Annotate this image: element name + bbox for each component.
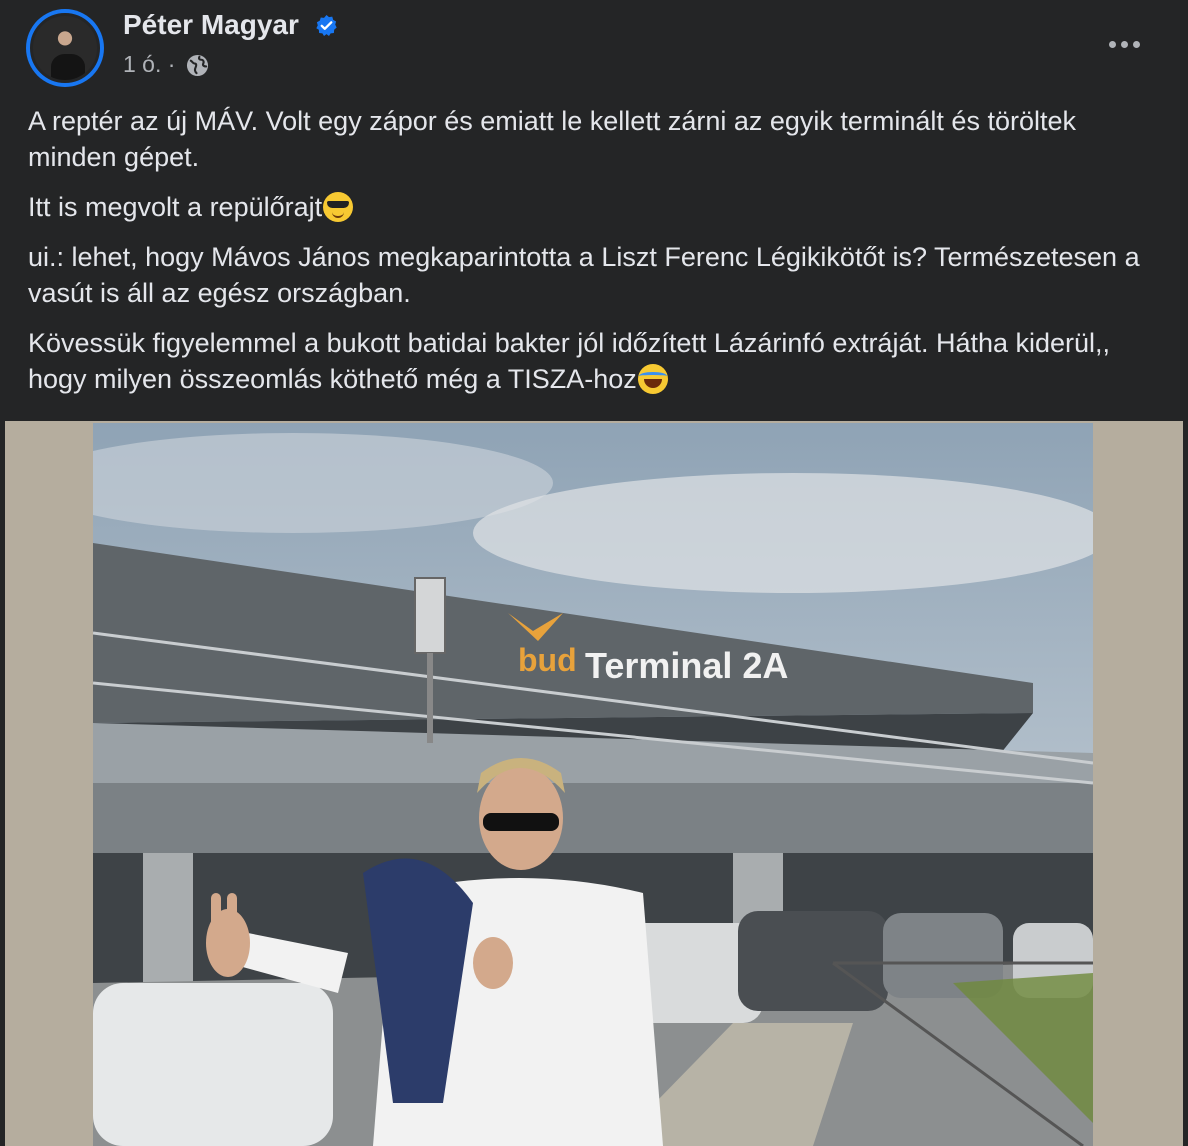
post-photo[interactable]: bud Terminal 2A: [93, 423, 1093, 1146]
author-avatar[interactable]: [26, 9, 104, 87]
post-paragraph-1: A reptér az új MÁV. Volt egy zápor és em…: [28, 103, 1168, 175]
post-time[interactable]: 1 ó.: [123, 51, 161, 77]
paragraph-text: ui.: lehet, hogy Mávos János megkaparint…: [28, 242, 1140, 308]
more-dot: [1108, 40, 1116, 48]
post-paragraph-4: Kövessük figyelemmel a bukott batidai ba…: [28, 325, 1168, 397]
facebook-post: Péter Magyar 1 ó. · A reptér az új MÁV. …: [0, 0, 1188, 1146]
post-paragraph-3: ui.: lehet, hogy Mávos János megkaparint…: [28, 239, 1168, 311]
airport-photo-illustration: bud Terminal 2A: [93, 423, 1093, 1146]
post-photo-container[interactable]: bud Terminal 2A: [5, 421, 1183, 1146]
airport-logo-text: bud: [518, 642, 577, 678]
avatar-image: [30, 13, 100, 83]
post-header: Péter Magyar 1 ó. ·: [0, 0, 1188, 100]
more-dot: [1120, 40, 1128, 48]
author-name[interactable]: Péter Magyar: [123, 9, 299, 41]
post-paragraph-2: Itt is megvolt a repülőrajt: [28, 189, 1168, 225]
more-dot: [1132, 40, 1140, 48]
paragraph-text: Kövessük figyelemmel a bukott batidai ba…: [28, 328, 1111, 394]
smiling-face-with-sunglasses-emoji: [323, 192, 354, 222]
post-text: A reptér az új MÁV. Volt egy zápor és em…: [28, 103, 1168, 411]
terminal-sign-text: Terminal 2A: [585, 645, 788, 686]
face-with-tears-of-joy-emoji: [637, 364, 668, 394]
meta-separator: ·: [167, 51, 176, 77]
verified-badge-icon: [316, 14, 337, 37]
post-meta: 1 ó. ·: [123, 51, 175, 78]
paragraph-text: Itt is megvolt a repülőrajt: [28, 192, 323, 222]
more-options-button[interactable]: [1100, 26, 1148, 62]
paragraph-text: A reptér az új MÁV. Volt egy zápor és em…: [28, 106, 1076, 172]
globe-icon: [186, 54, 209, 77]
